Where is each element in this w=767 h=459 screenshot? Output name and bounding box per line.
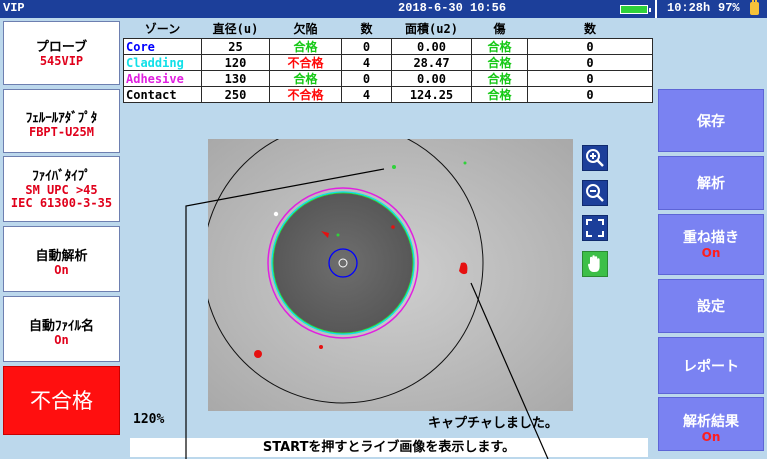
zone-name: Cladding	[123, 54, 202, 71]
defect-area: 28.47	[391, 54, 472, 71]
scratch-count: 0	[527, 38, 653, 55]
report-label: レポート	[683, 359, 739, 375]
zone-diameter: 25	[201, 38, 270, 55]
overlay-label: 重ね描き	[683, 230, 739, 246]
debris-mark	[273, 211, 279, 217]
overall-result-fail: 不合格	[3, 366, 120, 435]
ferrule-adapter-label: ﾌｪﾙｰﾙｱﾀﾞﾌﾟﾀ	[25, 111, 98, 126]
zoom-level: 120%	[133, 412, 165, 427]
probe-label: プローブ	[35, 40, 88, 55]
header-scratch: 傷	[471, 18, 528, 39]
defect-mark	[463, 161, 467, 165]
overlay-value: On	[701, 246, 721, 260]
defect-mark	[391, 225, 395, 229]
analysis-results-button[interactable]: 解析結果 On	[658, 397, 764, 451]
analysis-results-value: On	[701, 430, 721, 444]
scratch-count: 0	[527, 54, 653, 71]
table-row: Cladding 120 不合格 4 28.47 合格 0	[123, 54, 653, 71]
power-plug-icon	[750, 0, 759, 15]
probe-value: 545VIP	[39, 54, 84, 68]
date-time: 2018-6-30 10:56	[398, 1, 507, 15]
defect-count: 4	[341, 86, 392, 103]
hand-pan-icon	[587, 255, 600, 272]
capture-status: キャプチャしました。	[428, 416, 558, 431]
header-defect: 欠陥	[269, 18, 342, 39]
defect-area: 0.00	[391, 70, 472, 87]
zoom-in-button[interactable]	[582, 145, 608, 171]
analyze-label: 解析	[697, 176, 725, 192]
table-row: Adhesive 130 合格 0 0.00 合格 0	[123, 70, 653, 87]
scratch-result: 合格	[471, 54, 528, 71]
zone-diameter: 130	[201, 70, 270, 87]
fiber-type-button[interactable]: ﾌｧｲﾊﾞﾀｲﾌﾟ SM UPC >45 IEC 61300-3-35	[3, 156, 120, 222]
header-count: 数	[341, 18, 392, 39]
table-header-row: ゾーン 直径(u) 欠陥 数 面積(u2) 傷 数	[123, 18, 653, 39]
save-button[interactable]: 保存	[658, 89, 764, 152]
title-bar: VIP 2018-6-30 10:56 10:28h 97%	[0, 0, 767, 18]
save-label: 保存	[697, 114, 725, 130]
defect-mark	[392, 165, 396, 169]
analysis-results-label: 解析結果	[683, 414, 739, 430]
analyze-button[interactable]: 解析	[658, 156, 764, 210]
defect-mark	[336, 233, 340, 237]
overlay-button[interactable]: 重ね描き On	[658, 214, 764, 275]
settings-label: 設定	[697, 299, 725, 315]
results-table: ゾーン 直径(u) 欠陥 数 面積(u2) 傷 数 Core 25 合格 0 0…	[123, 18, 653, 103]
scratch-result: 合格	[471, 70, 528, 87]
scratch-count: 0	[527, 86, 653, 103]
header-scratch-count: 数	[527, 18, 653, 39]
info-message-bar: STARTを押すとライブ画像を表示します。	[130, 438, 648, 457]
zone-diameter: 120	[201, 54, 270, 71]
auto-analysis-label: 自動解析	[35, 249, 88, 264]
auto-filename-button[interactable]: 自動ﾌｧｲﾙ名 On	[3, 296, 120, 362]
defect-area: 124.25	[391, 86, 472, 103]
header-area: 面積(u2)	[391, 18, 472, 39]
ferrule-adapter-button[interactable]: ﾌｪﾙｰﾙｱﾀﾞﾌﾟﾀ FBPT-U25M	[3, 89, 120, 153]
defect-result: 合格	[269, 70, 342, 87]
zoom-in-icon	[586, 149, 604, 167]
scratch-result: 合格	[471, 86, 528, 103]
zone-name: Contact	[123, 86, 202, 103]
scratch-result: 合格	[471, 38, 528, 55]
defect-mark	[254, 350, 262, 358]
auto-analysis-value: On	[54, 263, 69, 277]
fiber-type-label: ﾌｧｲﾊﾞﾀｲﾌﾟ	[32, 169, 91, 184]
zone-diameter: 250	[201, 86, 270, 103]
defect-area: 0.00	[391, 38, 472, 55]
defect-count: 0	[341, 70, 392, 87]
battery-icon	[620, 5, 651, 14]
zone-name: Adhesive	[123, 70, 202, 87]
scratch-count: 0	[527, 70, 653, 87]
defect-count: 0	[341, 38, 392, 55]
fiber-type-value-2: IEC 61300-3-35	[10, 196, 113, 210]
auto-filename-value: On	[54, 333, 69, 347]
table-row: Core 25 合格 0 0.00 合格 0	[123, 38, 653, 55]
fit-screen-icon	[586, 219, 604, 237]
defect-result: 合格	[269, 38, 342, 55]
titlebar-divider	[655, 0, 657, 18]
header-zone: ゾーン	[123, 18, 202, 39]
fiber-endface-image[interactable]	[208, 139, 573, 411]
endface-svg	[208, 139, 573, 411]
settings-button[interactable]: 設定	[658, 279, 764, 333]
app-title: VIP	[3, 1, 25, 15]
auto-filename-label: 自動ﾌｧｲﾙ名	[28, 319, 94, 334]
probe-button[interactable]: プローブ 545VIP	[3, 21, 120, 85]
report-button[interactable]: レポート	[658, 337, 764, 394]
zone-name: Core	[123, 38, 202, 55]
zoom-out-icon	[586, 184, 604, 202]
defect-count: 4	[341, 54, 392, 71]
auto-analysis-button[interactable]: 自動解析 On	[3, 226, 120, 292]
battery-percent: 97%	[718, 1, 740, 15]
defect-mark	[319, 345, 323, 349]
table-row: Contact 250 不合格 4 124.25 合格 0	[123, 86, 653, 103]
fit-screen-button[interactable]	[582, 215, 608, 241]
defect-result: 不合格	[269, 86, 342, 103]
pan-hand-button[interactable]	[582, 251, 608, 277]
header-diameter: 直径(u)	[201, 18, 270, 39]
battery-time: 10:28h	[667, 1, 711, 15]
zoom-out-button[interactable]	[582, 180, 608, 206]
ferrule-adapter-value: FBPT-U25M	[28, 125, 95, 139]
defect-result: 不合格	[269, 54, 342, 71]
